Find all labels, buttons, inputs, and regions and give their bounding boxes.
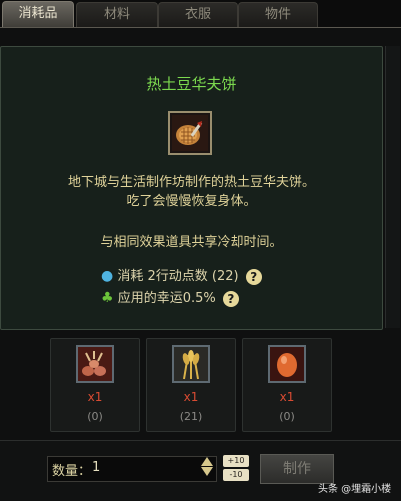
material-slot[interactable]: x1 (0) bbox=[242, 338, 332, 432]
quantity-label: 数量： bbox=[52, 464, 92, 479]
material-owned: (0) bbox=[87, 410, 103, 423]
clover-icon: ♣ bbox=[101, 290, 114, 306]
item-description-line-1: 地下城与生活制作坊制作的热土豆华夫饼。 bbox=[67, 175, 315, 190]
bread-items-icon bbox=[76, 345, 114, 383]
help-icon[interactable]: ? bbox=[222, 290, 239, 307]
minus-ten-button[interactable]: -10 bbox=[223, 469, 249, 481]
material-owned: (21) bbox=[179, 410, 203, 423]
material-qty: x1 bbox=[183, 390, 199, 404]
help-icon[interactable]: ? bbox=[245, 268, 262, 285]
tab-bar: 消耗品 材料 衣服 物件 bbox=[0, 0, 401, 28]
material-owned: (0) bbox=[279, 410, 295, 423]
action-cost-label: 消耗 2行动点数 (22) bbox=[117, 269, 239, 284]
luck-row: ♣ 应用的幸运0.5% ? bbox=[101, 287, 239, 307]
item-detail-panel: 热土豆华夫饼 地下城与生活制作坊制作的热土豆华夫饼。 吃了会慢慢恢复身体。 与相… bbox=[0, 46, 383, 330]
paw-icon: ● bbox=[101, 268, 114, 284]
watermark: 头条 @埋霜小楼 bbox=[318, 484, 392, 495]
quantity-value: 1 bbox=[92, 460, 101, 475]
tab-consumables[interactable]: 消耗品 bbox=[2, 1, 74, 28]
egg-icon bbox=[268, 345, 306, 383]
material-qty: x1 bbox=[279, 390, 295, 404]
material-slot[interactable]: x1 (21) bbox=[146, 338, 236, 432]
item-description-line-2: 吃了会慢慢恢复身体。 bbox=[126, 194, 257, 209]
action-cost-row: ● 消耗 2行动点数 (22) ? bbox=[101, 265, 262, 285]
tab-materials[interactable]: 材料 bbox=[76, 2, 158, 27]
luck-label: 应用的幸运0.5% bbox=[117, 291, 216, 306]
item-title: 热土豆华夫饼 bbox=[146, 75, 237, 93]
arrow-down-icon[interactable] bbox=[201, 467, 213, 476]
plus-ten-button[interactable]: +10 bbox=[223, 455, 249, 467]
item-cooldown-note: 与相同效果道具共享冷却时间。 bbox=[100, 235, 283, 250]
material-slot[interactable]: x1 (0) bbox=[50, 338, 140, 432]
tab-divider bbox=[0, 27, 401, 28]
tab-objects[interactable]: 物件 bbox=[238, 2, 318, 27]
waffle-icon bbox=[168, 111, 212, 155]
quantity-arrows[interactable] bbox=[200, 456, 214, 482]
arrow-up-icon[interactable] bbox=[201, 457, 213, 466]
material-qty: x1 bbox=[87, 390, 103, 404]
scrollbar[interactable] bbox=[385, 46, 400, 328]
wheat-icon bbox=[172, 345, 210, 383]
tab-clothes[interactable]: 衣服 bbox=[158, 2, 238, 27]
